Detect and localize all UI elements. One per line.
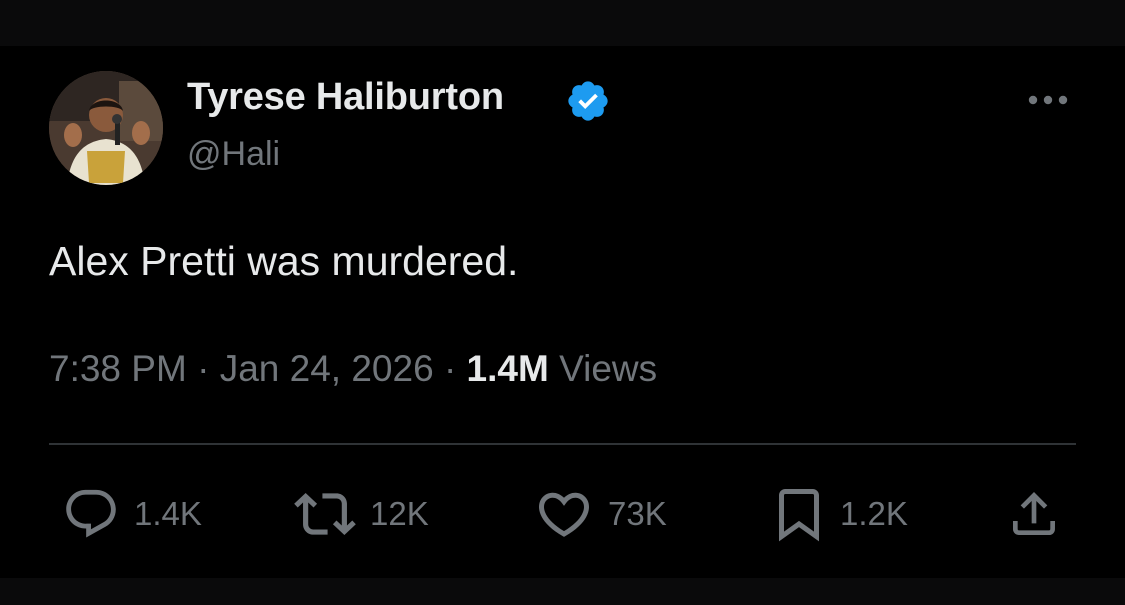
heart-icon [538, 492, 590, 537]
reply-count: 1.4K [134, 495, 202, 532]
tweet-text: Alex Pretti was murdered. [49, 238, 519, 284]
avatar[interactable] [49, 71, 163, 185]
tweet-date[interactable]: Jan 24, 2026 [220, 348, 434, 389]
reply-icon [66, 489, 116, 538]
meta-separator: · [197, 348, 210, 389]
share-button[interactable] [1006, 484, 1062, 544]
share-icon [1013, 492, 1055, 535]
tweet-time[interactable]: 7:38 PM [49, 348, 187, 389]
retweet-icon [294, 493, 356, 535]
reply-button[interactable]: 1.4K [62, 484, 202, 544]
divider [49, 443, 1076, 445]
bookmark-button[interactable]: 1.2K [772, 484, 908, 544]
like-button[interactable]: 73K [534, 484, 667, 544]
author-handle[interactable]: @Hali [187, 135, 280, 174]
tweet-metadata: 7:38 PM · Jan 24, 2026 · 1.4M Views [49, 348, 657, 390]
more-options-icon[interactable] [1024, 88, 1072, 112]
verified-badge-icon [565, 78, 611, 124]
retweet-button[interactable]: 12K [294, 484, 429, 544]
views-label[interactable]: Views [559, 348, 657, 389]
bookmark-icon [779, 489, 819, 542]
meta-separator: · [443, 348, 457, 389]
author-display-name[interactable]: Tyrese Haliburton [187, 76, 504, 119]
bottom-edge-band [0, 578, 1125, 605]
retweet-count: 12K [370, 495, 429, 532]
views-count[interactable]: 1.4M [467, 348, 549, 389]
like-count: 73K [608, 495, 667, 532]
top-edge-band [0, 0, 1125, 46]
bookmark-count: 1.2K [840, 495, 908, 532]
